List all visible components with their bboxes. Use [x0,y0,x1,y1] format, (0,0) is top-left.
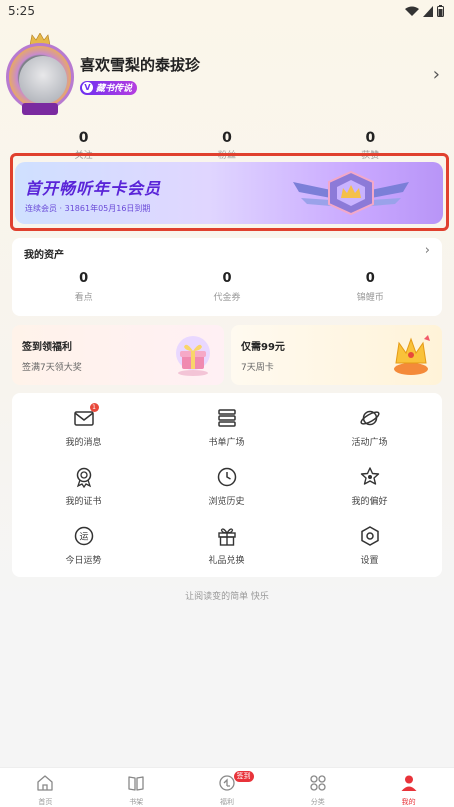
menu-item-certificates[interactable]: 我的证书 [12,466,155,507]
home-icon [37,775,54,791]
menu-item-preferences[interactable]: 我的偏好 [298,466,441,507]
menu-item-label: 我的证书 [65,497,102,507]
vip-v-icon: V [82,82,93,93]
wifi-icon [405,6,419,16]
status-bar: 5:25 [0,0,454,22]
gift-icon [216,525,238,547]
bookshelf-icon [128,776,144,791]
asset-value: 0 [79,271,89,286]
avatar-frame [6,43,74,111]
status-time: 5:25 [8,4,35,18]
nav-tab-categories[interactable]: 分类 [272,768,363,807]
asset-value: 0 [365,271,375,286]
asset-vouchers[interactable]: 0 代金券 [177,271,277,303]
asset-label: 代金券 [213,293,241,303]
book-stack-icon [216,407,238,429]
asset-points[interactable]: 0 看点 [34,271,134,303]
avatar-frame-ribbon [22,103,58,115]
assets-title: 我的资产 [24,250,64,261]
weekly-card-promo[interactable]: 仅需99元 7天周卡 [231,325,442,385]
menu-item-label: 我的消息 [65,438,102,448]
asset-coins[interactable]: 0 锦鲤币 [320,271,420,303]
mail-icon: 1 [73,403,99,429]
promo-title: 签到领福利 [22,342,72,353]
clock-icon [216,466,238,488]
checkin-promo-card[interactable]: 签到领福利 签满7天领大奖 [12,325,224,385]
battery-icon [437,5,444,17]
vip-wing-badge-icon [293,170,409,216]
vip-level-label: 藏书传说 [96,84,133,94]
menu-item-label: 礼品兑换 [208,556,245,566]
unread-badge: 1 [89,403,99,412]
menu-item-gift-exchange[interactable]: 礼品兑换 [155,525,298,566]
stat-value: 0 [365,130,376,146]
nav-tab-profile[interactable]: 我的 [363,768,454,807]
profile-header[interactable]: 喜欢雪梨的泰拔珍 V 藏书传说 › [0,28,454,120]
stat-value: 0 [222,130,232,146]
planet-icon [359,407,381,429]
profile-name: 喜欢雪梨的泰拔珍 [80,55,201,74]
avatar-image [19,56,67,104]
chevron-right-icon[interactable]: › [425,243,430,258]
status-icons [405,5,444,17]
menu-item-label: 活动广场 [351,438,388,448]
avatar[interactable] [4,31,76,117]
nav-label: 书架 [129,798,144,806]
menu-item-label: 浏览历史 [208,497,245,507]
menu-item-settings[interactable]: 设置 [298,525,441,566]
profile-info: 喜欢雪梨的泰拔珍 V 藏书传说 [80,54,200,95]
feature-grid: 1 我的消息 书单广场 活动广场 我的证书 浏览历史 我的偏好 运 今日运势 礼… [12,393,442,577]
vip-level-badge: V 藏书传说 [80,80,138,95]
assets-card: 我的资产 › 0 看点 0 代金券 0 锦鲤币 [12,238,442,316]
menu-item-label: 我的偏好 [351,497,388,507]
menu-item-label: 设置 [360,556,379,566]
category-icon [310,775,326,791]
profile-icon [401,775,417,791]
svg-text:运: 运 [79,532,88,543]
menu-item-history[interactable]: 浏览历史 [155,466,298,507]
slogan-text: 让阅读变的简单 快乐 [185,592,269,602]
star-badge-icon [359,466,381,488]
menu-item-activities[interactable]: 活动广场 [298,407,441,448]
asset-label: 看点 [74,293,93,303]
menu-item-fortune[interactable]: 运 今日运势 [12,525,155,566]
nav-label: 我的 [401,798,416,806]
menu-item-booklists[interactable]: 书单广场 [155,407,298,448]
stat-value: 0 [78,130,89,146]
promo-subtitle: 签满7天领大奖 [22,363,82,373]
fortune-icon: 运 [73,525,95,547]
promo-title: 仅需99元 [241,342,285,353]
signal-icon [423,5,433,17]
crown-gift-icon [394,335,430,375]
nav-label: 福利 [219,798,234,806]
nav-tab-home[interactable]: 首页 [0,768,91,807]
nav-label: 首页 [38,798,53,806]
medal-icon [73,466,95,489]
menu-item-label: 今日运势 [65,556,102,566]
asset-value: 0 [222,271,232,286]
nav-tab-rewards[interactable]: 签到 福利 [182,768,273,807]
promo-subtitle: 7天周卡 [241,363,274,373]
gift-box-icon [176,336,210,376]
menu-item-label: 书单广场 [208,438,245,448]
menu-item-messages[interactable]: 1 我的消息 [12,403,155,448]
bottom-nav: 首页 书架 签到 福利 分类 我的 [0,767,454,807]
banner-subtitle: 连续会员 · 31861年05月16日到期 [25,204,151,213]
nav-label: 分类 [310,798,325,806]
checkin-badge: 签到 [233,771,254,782]
asset-label: 锦鲤币 [356,293,384,303]
vip-membership-banner[interactable]: 首开畅听年卡会员 连续会员 · 31861年05月16日到期 [15,162,443,224]
nav-tab-bookshelf[interactable]: 书架 [91,768,182,807]
chevron-right-icon[interactable]: › [433,64,440,85]
settings-icon [359,525,381,547]
banner-title: 首开畅听年卡会员 [25,179,162,198]
assets-row: 0 看点 0 代金券 0 锦鲤币 [12,271,442,303]
